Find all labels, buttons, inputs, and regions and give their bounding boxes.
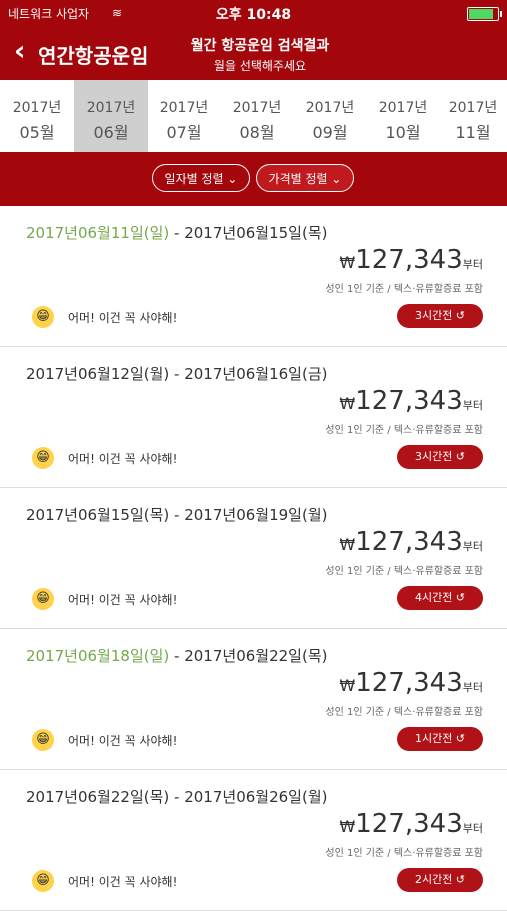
promo-text: 어머! 이건 꼭 사야해! bbox=[68, 452, 178, 466]
date-range: 2017년06월15일(목) - 2017년06월19일(월) bbox=[26, 506, 328, 524]
price-suffix: 부터 bbox=[462, 399, 483, 412]
price-suffix: 부터 bbox=[462, 258, 483, 271]
updated-badge[interactable]: 3시간전 ↺ bbox=[397, 304, 483, 328]
month-label: 09월 bbox=[312, 123, 348, 142]
price-note: 성인 1인 기준 / 텍스·유류할증료 포함 bbox=[325, 707, 483, 718]
smile-emoji-icon: 😁 bbox=[32, 447, 54, 469]
promo-text: 어머! 이건 꼭 사야해! bbox=[68, 593, 178, 607]
month-year: 2017년 bbox=[305, 100, 355, 116]
result-card[interactable]: 2017년06월15일(목) - 2017년06월19일(월) ₩127,343… bbox=[0, 488, 507, 629]
currency-symbol: ₩ bbox=[339, 394, 356, 413]
result-card[interactable]: 2017년06월12일(월) - 2017년06월16일(금) ₩127,343… bbox=[0, 347, 507, 488]
month-selector: 2017년 05월 2017년 06월 2017년 07월 2017년 08월 2017… bbox=[0, 80, 507, 153]
departure-date: 2017년06월12일(월) bbox=[26, 365, 170, 383]
price-value: 127,343 bbox=[355, 245, 463, 275]
result-card[interactable]: 2017년06월11일(일) - 2017년06월15일(목) ₩127,343… bbox=[0, 206, 507, 347]
price-note: 성인 1인 기준 / 텍스·유류할증료 포함 bbox=[325, 566, 483, 577]
updated-badge[interactable]: 2시간전 ↺ bbox=[397, 868, 483, 892]
sort-by-price-button[interactable]: 가격별 정렬 ⌄ bbox=[256, 164, 354, 192]
return-date: 2017년06월16일(금) bbox=[184, 365, 328, 383]
status-bar: 네트워크 사업자 ≋ 오후 10:48 bbox=[0, 0, 507, 26]
price: ₩127,343부터 bbox=[339, 809, 483, 839]
price-suffix: 부터 bbox=[462, 822, 483, 835]
month-year: 2017년 bbox=[232, 100, 282, 116]
month-year: 2017년 bbox=[159, 100, 209, 116]
sort-bar: 일자별 정렬 ⌄ 가격별 정렬 ⌄ bbox=[0, 152, 507, 206]
promo-text: 어머! 이건 꼭 사야해! bbox=[68, 875, 178, 889]
promo-text: 어머! 이건 꼭 사야해! bbox=[68, 311, 178, 325]
return-date: 2017년06월15일(목) bbox=[184, 224, 328, 242]
currency-symbol: ₩ bbox=[339, 676, 356, 695]
updated-badge[interactable]: 1시간전 ↺ bbox=[397, 727, 483, 751]
month-tab[interactable]: 2017년 05월 bbox=[0, 80, 74, 152]
month-label: 07월 bbox=[166, 123, 202, 142]
date-range: 2017년06월12일(월) - 2017년06월16일(금) bbox=[26, 365, 328, 383]
updated-badge[interactable]: 3시간전 ↺ bbox=[397, 445, 483, 469]
month-label: 05월 bbox=[19, 123, 55, 142]
price-value: 127,343 bbox=[355, 809, 463, 839]
month-year: 2017년 bbox=[86, 100, 136, 116]
return-date: 2017년06월26일(월) bbox=[184, 788, 328, 806]
month-label: 10월 bbox=[385, 123, 421, 142]
battery-icon bbox=[467, 7, 502, 21]
price-note: 성인 1인 기준 / 텍스·유류할증료 포함 bbox=[325, 848, 483, 859]
month-tab[interactable]: 2017년 07월 bbox=[147, 80, 221, 152]
price-value: 127,343 bbox=[355, 527, 463, 557]
date-range: 2017년06월22일(목) - 2017년06월26일(월) bbox=[26, 788, 328, 806]
currency-symbol: ₩ bbox=[339, 817, 356, 836]
smile-emoji-icon: 😁 bbox=[32, 306, 54, 328]
month-label: 08월 bbox=[239, 123, 275, 142]
departure-date: 2017년06월15일(목) bbox=[26, 506, 170, 524]
smile-emoji-icon: 😁 bbox=[32, 588, 54, 610]
departure-date: 2017년06월18일(일) bbox=[26, 647, 170, 665]
departure-date: 2017년06월22일(목) bbox=[26, 788, 170, 806]
header-text: 월간 항공운임 검색결과 월을 선택해주세요 bbox=[170, 35, 350, 74]
page-title[interactable]: 연간항공운임 bbox=[38, 40, 148, 69]
navigation-bar: ‹ 연간항공운임 월간 항공운임 검색결과 월을 선택해주세요 bbox=[0, 26, 507, 80]
currency-symbol: ₩ bbox=[339, 253, 356, 272]
month-year: 2017년 bbox=[448, 100, 498, 116]
month-tab[interactable]: 2017년 09월 bbox=[293, 80, 367, 152]
header-subtitle: 월을 선택해주세요 bbox=[213, 59, 307, 73]
price: ₩127,343부터 bbox=[339, 245, 483, 275]
price-note: 성인 1인 기준 / 텍스·유류할증료 포함 bbox=[325, 284, 483, 295]
status-time: 오후 10:48 bbox=[215, 7, 292, 23]
return-date: 2017년06월19일(월) bbox=[184, 506, 328, 524]
date-range: 2017년06월18일(일) - 2017년06월22일(목) bbox=[26, 647, 328, 665]
chevron-left-icon[interactable]: ‹ bbox=[14, 34, 26, 68]
price-suffix: 부터 bbox=[462, 540, 483, 553]
smile-emoji-icon: 😁 bbox=[32, 870, 54, 892]
month-label: 11월 bbox=[455, 123, 491, 142]
price: ₩127,343부터 bbox=[339, 386, 483, 416]
currency-symbol: ₩ bbox=[339, 535, 356, 554]
price-value: 127,343 bbox=[355, 668, 463, 698]
date-range: 2017년06월11일(일) - 2017년06월15일(목) bbox=[26, 224, 328, 242]
price: ₩127,343부터 bbox=[339, 668, 483, 698]
result-card[interactable]: 2017년06월18일(일) - 2017년06월22일(목) ₩127,343… bbox=[0, 629, 507, 770]
updated-badge[interactable]: 4시간전 ↺ bbox=[397, 586, 483, 610]
return-date: 2017년06월22일(목) bbox=[184, 647, 328, 665]
smile-emoji-icon: 😁 bbox=[32, 729, 54, 751]
price-value: 127,343 bbox=[355, 386, 463, 416]
promo-text: 어머! 이건 꼭 사야해! bbox=[68, 734, 178, 748]
price-note: 성인 1인 기준 / 텍스·유류할증료 포함 bbox=[325, 425, 483, 436]
price: ₩127,343부터 bbox=[339, 527, 483, 557]
price-suffix: 부터 bbox=[462, 681, 483, 694]
month-year: 2017년 bbox=[378, 100, 428, 116]
month-tab-selected[interactable]: 2017년 06월 bbox=[74, 80, 148, 152]
sort-by-date-button[interactable]: 일자별 정렬 ⌄ bbox=[152, 164, 250, 192]
month-tab[interactable]: 2017년 08월 bbox=[220, 80, 294, 152]
month-label: 06월 bbox=[93, 123, 129, 142]
month-year: 2017년 bbox=[12, 100, 62, 116]
result-card[interactable]: 2017년06월22일(목) - 2017년06월26일(월) ₩127,343… bbox=[0, 770, 507, 911]
departure-date: 2017년06월11일(일) bbox=[26, 224, 170, 242]
header-title: 월간 항공운임 검색결과 bbox=[190, 38, 330, 54]
month-tab[interactable]: 2017년 11월 bbox=[439, 80, 507, 152]
month-tab[interactable]: 2017년 10월 bbox=[366, 80, 440, 152]
